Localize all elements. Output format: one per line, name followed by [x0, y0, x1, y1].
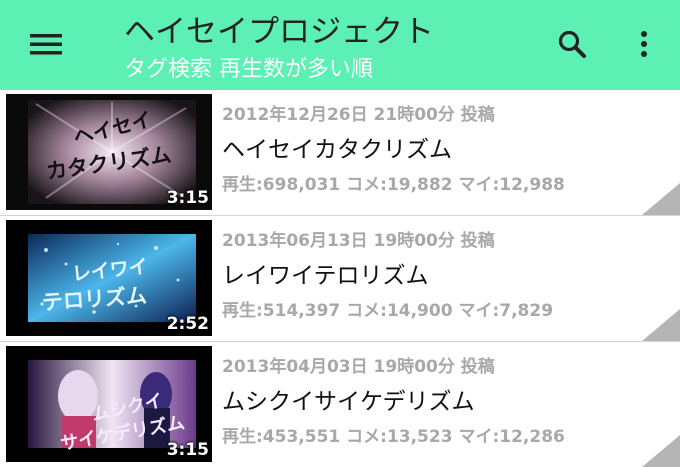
video-stats: 再生:514,397 コメ:14,900 マイ:7,829: [222, 301, 554, 321]
search-icon[interactable]: [552, 24, 592, 64]
video-post-date: 2013年06月13日 19時00分 投稿: [222, 231, 495, 251]
corner-triangle-icon[interactable]: [642, 435, 680, 467]
video-duration: 3:15: [166, 188, 209, 208]
video-post-date: 2013年04月03日 19時00分 投稿: [222, 357, 495, 377]
page-title: ヘイセイプロジェクト: [124, 14, 434, 50]
video-thumbnail[interactable]: ムシクイ サイケデリズム 3:15: [6, 346, 212, 462]
video-thumbnail[interactable]: ヘイセイ カタクリズム 3:15: [6, 94, 212, 210]
video-list-item[interactable]: ヘイセイ カタクリズム 3:15 2012年12月26日 21時00分 投稿 ヘ…: [0, 90, 680, 216]
corner-triangle-icon[interactable]: [642, 309, 680, 341]
page-subtitle: タグ検索 再生数が多い順: [124, 57, 373, 82]
video-thumbnail[interactable]: レイワイ テロリズム 2:52: [6, 220, 212, 336]
video-duration: 2:52: [166, 314, 209, 334]
hamburger-menu-icon[interactable]: [22, 24, 70, 64]
video-list-item[interactable]: ムシクイ サイケデリズム 3:15 2013年04月03日 19時00分 投稿 …: [0, 342, 680, 467]
video-stats: 再生:698,031 コメ:19,882 マイ:12,988: [222, 175, 565, 195]
video-stats: 再生:453,551 コメ:13,523 マイ:12,286: [222, 427, 565, 447]
video-list: ヘイセイ カタクリズム 3:15 2012年12月26日 21時00分 投稿 ヘ…: [0, 90, 680, 467]
video-title[interactable]: ヘイセイカタクリズム: [222, 130, 452, 164]
toolbar: ヘイセイプロジェクト タグ検索 再生数が多い順: [0, 0, 680, 90]
video-title[interactable]: ムシクイサイケデリズム: [222, 382, 475, 416]
video-list-item[interactable]: レイワイ テロリズム 2:52 2013年06月13日 19時00分 投稿 レイ…: [0, 216, 680, 342]
more-vert-icon[interactable]: [626, 24, 662, 64]
corner-triangle-icon[interactable]: [642, 183, 680, 215]
video-post-date: 2012年12月26日 21時00分 投稿: [222, 105, 495, 125]
video-title[interactable]: レイワイテロリズム: [222, 256, 429, 290]
video-duration: 3:15: [166, 440, 209, 460]
app-root: ヘイセイプロジェクト タグ検索 再生数が多い順 ヘイセイ カタクリズム 3:15…: [0, 0, 680, 467]
